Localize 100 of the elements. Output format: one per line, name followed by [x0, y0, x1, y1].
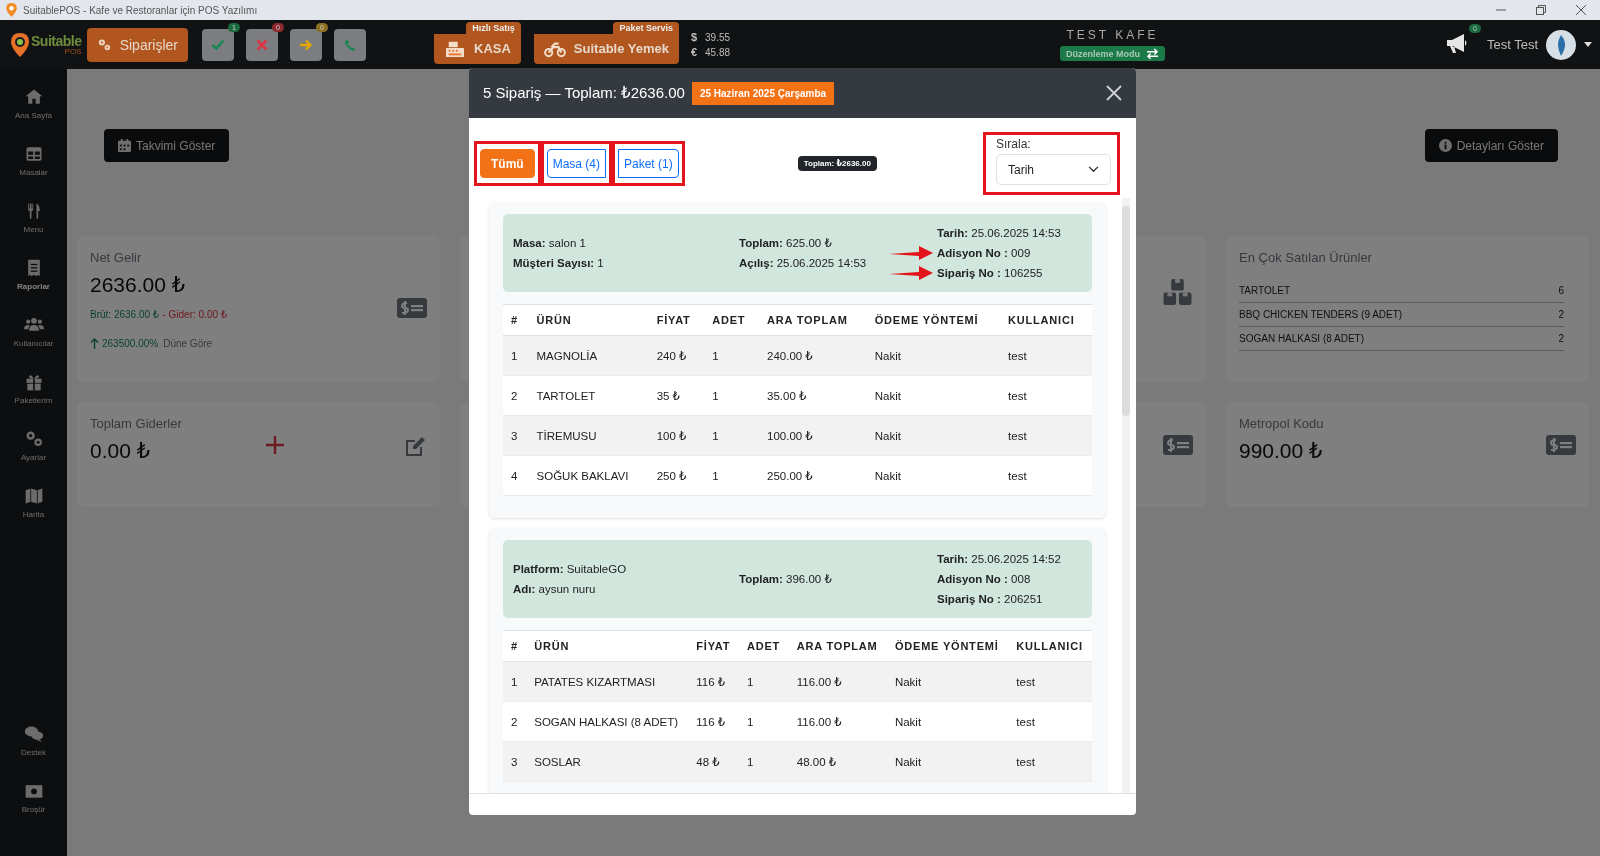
table-cell: SOĞUK BAKLAVI [528, 455, 649, 496]
caret-down-icon[interactable] [1584, 42, 1592, 47]
summary-field: Toplam: 396.00 ₺ [739, 573, 832, 585]
cash-register-icon [444, 39, 466, 58]
product-name: SOGAN HALKASI (8 ADET) [1239, 333, 1365, 344]
column-header: ADET [738, 630, 789, 662]
table-cell: 48.00 ₺ [788, 741, 887, 782]
summary-field: Müşteri Sayısı: 1 [513, 257, 604, 269]
user-name[interactable]: Test Test [1486, 37, 1538, 52]
card-title: En Çok Satılan Ürünler [1239, 250, 1372, 265]
summary-field: Adisyon No : 008 [937, 573, 1031, 585]
sidebar-item[interactable]: Menu [2, 201, 65, 258]
table-cell: 100 ₺ [648, 415, 705, 456]
summary-field: Tarih: 25.06.2025 14:53 [937, 227, 1061, 239]
table-cell: 1 [704, 455, 759, 496]
sidebar-item[interactable]: Destek [2, 724, 65, 781]
table-cell: 48 ₺ [688, 741, 739, 782]
table-cell: 1 [704, 375, 759, 416]
card-title: Net Gelir [90, 250, 142, 265]
total-badge: Toplam: ₺2636.00 [797, 156, 877, 171]
column-header: ARA TOPLAM [759, 304, 867, 336]
status-button[interactable] [246, 28, 278, 61]
info-icon [1438, 139, 1452, 152]
product-count: 2 [1558, 309, 1564, 320]
summary-field: Adisyon No : 009 [937, 247, 1031, 259]
table-cell: Nakit [866, 415, 1001, 456]
table-cell: 1 [738, 701, 789, 742]
boxes-icon [1163, 279, 1193, 306]
logo-subtext: POS [63, 47, 82, 56]
house-icon [23, 87, 44, 107]
table-cell: Nakit [866, 335, 1001, 376]
card-title: Metropol Kodu [1239, 416, 1324, 431]
app-logo-icon [6, 3, 17, 17]
sidebar-item[interactable]: Paketlerim [2, 372, 65, 429]
product-count: 2 [1558, 333, 1564, 344]
summary-field: Tarih: 25.06.2025 14:52 [937, 553, 1061, 565]
sort-label: Sırala: [996, 137, 1032, 151]
table-cell: 116 ₺ [688, 701, 739, 742]
product-count: 6 [1558, 285, 1564, 296]
money-list-icon [397, 298, 427, 318]
scrollbar[interactable] [1122, 198, 1130, 793]
filter-tab[interactable]: Tümü [480, 149, 535, 178]
status-button[interactable] [334, 28, 366, 61]
sidebar-item[interactable]: Ayarlar [2, 429, 65, 486]
table-cell: 116.00 ₺ [788, 701, 887, 742]
sort-select[interactable]: Tarih [996, 154, 1111, 185]
sidebar-item[interactable]: Masalar [2, 144, 65, 201]
change-label: Düne Göre [163, 338, 213, 349]
table-cell: 1 [704, 335, 759, 376]
edit-mode-badge[interactable]: Düzenleme Modu [1060, 46, 1166, 61]
table-cell: 250.00 ₺ [759, 455, 867, 496]
column-header: FİYAT [648, 304, 705, 336]
table-cell: test [1008, 701, 1092, 742]
chevron-down-icon [1088, 166, 1099, 173]
column-header: FİYAT [688, 630, 739, 662]
table-cell: TARTOLET [528, 375, 649, 416]
filter-tab[interactable]: Paket (1) [618, 149, 679, 178]
date-badge: 25 Haziran 2025 Çarşamba [691, 81, 835, 105]
column-header: ARA TOPLAM [788, 630, 887, 662]
quick-sale-button[interactable]: KASA [434, 33, 521, 64]
table-cell: 250 ₺ [648, 455, 705, 496]
table-cell: SOGAN HALKASI (8 ADET) [526, 701, 689, 742]
delivery-button[interactable]: Suitable Yemek [533, 33, 679, 64]
calendar-button[interactable]: Takvimi Göster [104, 129, 230, 162]
status-button[interactable] [290, 28, 322, 61]
table-cell: MAGNOLİA [528, 335, 649, 376]
edit-icon[interactable] [403, 435, 427, 459]
button-tag: Paket Servis [613, 21, 679, 34]
table-cell: test [1000, 415, 1092, 456]
cafe-name: TEST KAFE [1066, 28, 1159, 42]
plus-icon[interactable] [265, 435, 285, 455]
money-list-icon [1163, 435, 1193, 455]
chat-bubbles-icon [23, 724, 44, 744]
status-button[interactable] [202, 28, 234, 61]
separator-text: - [162, 309, 166, 320]
table-cell: 240.00 ₺ [759, 335, 867, 376]
card-value: 990.00 ₺ [1239, 439, 1323, 463]
sidebar-item[interactable]: Kullanıcılar [2, 315, 65, 372]
restore-icon[interactable] [1536, 5, 1546, 15]
avatar-icon[interactable] [1546, 29, 1576, 60]
table-cell: 1 [503, 661, 527, 702]
sidebar-item[interactable]: Broşür [2, 781, 65, 838]
table-cell: 2 [503, 375, 529, 416]
arrow-up-icon [90, 338, 99, 349]
sidebar-item[interactable]: Ana Sayfa [2, 87, 65, 144]
table-cell: PATATES KIZARTMASI [526, 661, 689, 702]
details-button[interactable]: Detayları Göster [1424, 129, 1558, 162]
summary-field: Sipariş No : 206251 [937, 593, 1043, 605]
close-icon[interactable] [1576, 5, 1586, 15]
sidebar-item[interactable]: Harita [2, 486, 65, 543]
table-cell: test [1000, 455, 1092, 496]
megaphone-icon[interactable] [1444, 31, 1469, 54]
filter-tab[interactable]: Masa (4) [546, 149, 606, 178]
summary-field: Platform: SuitableGO [513, 563, 627, 575]
orders-button[interactable]: Siparişler [87, 27, 188, 62]
money-list-icon [1546, 435, 1576, 455]
sidebar-item[interactable]: Raporlar [2, 258, 65, 315]
table-cell: test [1000, 375, 1092, 416]
column-header: # [503, 304, 529, 336]
summary-field: Masa: salon 1 [513, 237, 586, 249]
